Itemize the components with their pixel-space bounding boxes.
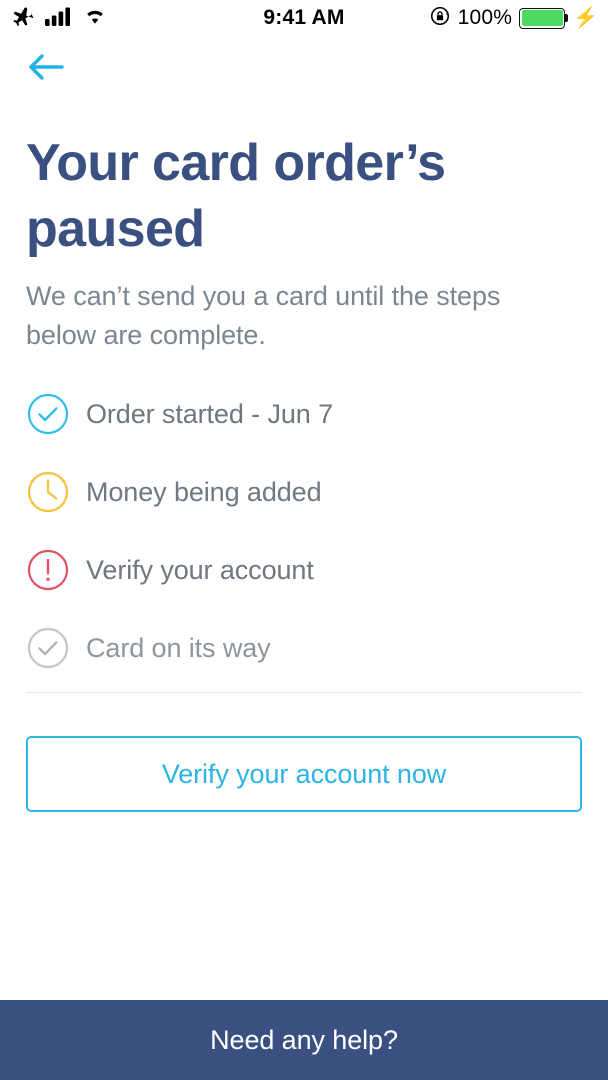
divider [26,692,582,693]
status-bar: 9:41 AM 100% ⚡ [0,0,608,36]
back-button[interactable] [18,44,74,94]
battery-percent-label: 100% [457,6,513,29]
lightning-bolt-icon: ⚡ [573,7,598,29]
phone-screen: 9:41 AM 100% ⚡ Your card order’s paused … [0,0,608,1080]
list-item: Money being added [26,453,586,531]
need-help-label: Need any help? [210,1024,398,1055]
verify-account-button-label: Verify your account now [161,758,447,789]
list-item-label: Money being added [86,476,322,507]
list-item: Card on its way [26,609,586,687]
status-bar-right: 100% ⚡ [429,0,598,36]
page-subtitle: We can’t send you a card until the steps… [26,281,501,351]
list-item: Verify your account [26,531,586,609]
check-circle-icon [26,626,70,670]
list-item-label: Verify your account [86,554,314,585]
arrow-left-icon [26,51,66,88]
battery-full-icon [519,7,569,29]
page-title: Your card order’s paused [26,134,446,259]
verify-account-button[interactable]: Verify your account now [26,736,582,812]
rotation-lock-icon [429,5,451,32]
clock-circle-icon [26,470,70,514]
list-item-label: Card on its way [86,632,271,663]
order-status-list: Order started - Jun 7 Money being added [26,375,586,687]
need-help-bar[interactable]: Need any help? [0,1000,608,1080]
list-item-label: Order started - Jun 7 [86,398,334,429]
list-item: Order started - Jun 7 [26,375,586,453]
status-bar-time: 9:41 AM [263,6,345,29]
alert-circle-icon [26,548,70,592]
check-circle-icon [26,392,70,436]
